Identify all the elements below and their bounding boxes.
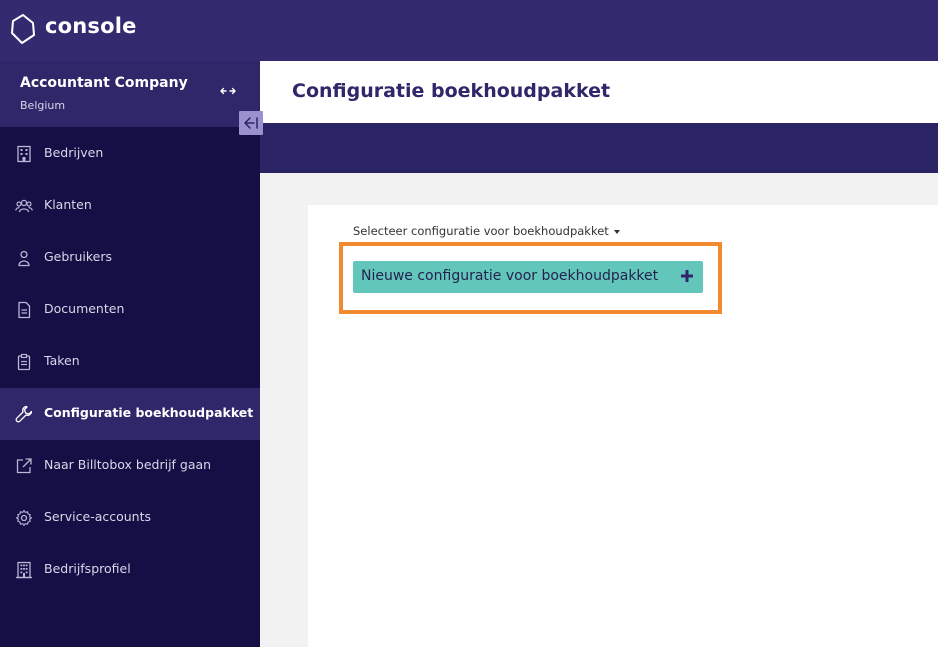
sidebar-item-label: Configuratie boekhoudpakket [44, 405, 254, 420]
select-config-label: Selecteer configuratie voor boekhoudpakk… [353, 224, 609, 238]
caret-down-icon [613, 229, 620, 234]
company-switcher[interactable]: Accountant Company Belgium [0, 61, 260, 127]
sidebar-item-bedrijfsprofiel[interactable]: Bedrijfsprofiel [0, 544, 260, 596]
external-link-icon [16, 458, 32, 474]
sidebar-item-gebruikers[interactable]: Gebruikers [0, 232, 260, 284]
clipboard-icon [17, 353, 31, 371]
sidebar-item-label: Bedrijven [44, 145, 104, 160]
gear-icon [15, 509, 33, 527]
page-title: Configuratie boekhoudpakket [292, 80, 611, 102]
config-card: Selecteer configuratie voor boekhoudpakk… [308, 205, 938, 647]
sidebar-item-documenten[interactable]: Documenten [0, 284, 260, 336]
sidebar-item-configuratie-boekhoudpakket[interactable]: Configuratie boekhoudpakket [0, 388, 260, 440]
sidebar-item-label: Bedrijfsprofiel [44, 561, 131, 576]
building-icon [17, 145, 31, 163]
sidebar-item-label: Naar Billtobox bedrijf gaan [44, 457, 212, 472]
new-config-button[interactable]: Nieuwe configuratie voor boekhoudpakket [353, 261, 703, 293]
header-band [260, 123, 938, 173]
plus-icon [681, 270, 693, 282]
wrench-icon [15, 405, 33, 423]
sidebar-item-label: Gebruikers [44, 249, 112, 264]
sidebar-item-naar-billtobox[interactable]: Naar Billtobox bedrijf gaan [0, 440, 260, 492]
logo-icon [11, 14, 35, 44]
sidebar-item-bedrijven[interactable]: Bedrijven [0, 128, 260, 180]
users-group-icon [15, 199, 33, 213]
document-icon [18, 301, 31, 319]
sidebar-item-label: Service-accounts [44, 509, 152, 524]
user-icon [18, 250, 30, 267]
page-header: Configuratie boekhoudpakket [260, 61, 938, 123]
sidebar: Accountant Company Belgium Bedrijven Kla… [0, 61, 263, 647]
company-name: Accountant Company [20, 75, 188, 91]
sidebar-item-label: Documenten [44, 301, 125, 316]
sidebar-item-taken[interactable]: Taken [0, 336, 260, 388]
app-name: console [45, 14, 137, 38]
sidebar-item-label: Klanten [44, 197, 92, 212]
sidebar-item-klanten[interactable]: Klanten [0, 180, 260, 232]
select-config-dropdown[interactable]: Selecteer configuratie voor boekhoudpakk… [353, 224, 620, 238]
new-config-button-label: Nieuwe configuratie voor boekhoudpakket [361, 268, 659, 284]
office-building-icon [16, 561, 32, 579]
top-bar: console [0, 0, 938, 61]
collapse-arrow-icon [244, 117, 258, 129]
switch-company-icon[interactable] [220, 83, 236, 99]
company-country: Belgium [20, 99, 66, 112]
sidebar-item-service-accounts[interactable]: Service-accounts [0, 492, 260, 544]
collapse-sidebar-button[interactable] [239, 111, 263, 135]
sidebar-item-label: Taken [44, 353, 80, 368]
